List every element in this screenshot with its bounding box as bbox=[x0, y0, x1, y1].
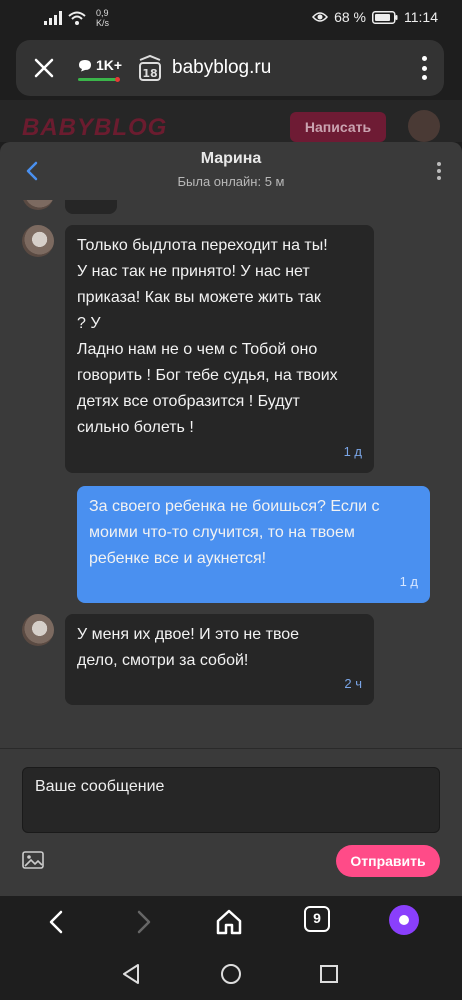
browser-toolbar: 1K+ 18 babyblog.ru bbox=[0, 36, 462, 100]
message-text: У меня их двое! И это не твое дело, смот… bbox=[77, 626, 300, 669]
back-icon[interactable] bbox=[42, 907, 72, 937]
eye-icon bbox=[312, 12, 329, 22]
notification-counter[interactable]: 1K+ bbox=[78, 57, 122, 73]
chat-menu-icon[interactable] bbox=[436, 162, 442, 180]
message-time: 1 д bbox=[343, 444, 362, 459]
user-avatar[interactable] bbox=[408, 110, 440, 142]
contact-status: Была онлайн: 5 м bbox=[177, 174, 285, 189]
message-time: 1 д bbox=[399, 574, 418, 589]
system-home-icon[interactable] bbox=[219, 962, 243, 986]
contact-avatar[interactable] bbox=[22, 225, 54, 257]
message-bubble-incoming: Только быдлота переходит на ты! У нас та… bbox=[65, 225, 374, 473]
message-list[interactable]: 1 д Только быдлота переходит на ты! У на… bbox=[0, 200, 462, 748]
net-speed-unit: K/s bbox=[96, 18, 110, 28]
address-bar[interactable]: 1K+ 18 babyblog.ru bbox=[16, 40, 444, 96]
message-time: 2 ч bbox=[344, 676, 362, 691]
browser-menu-icon[interactable] bbox=[420, 56, 428, 80]
tabs-count-button[interactable]: 9 bbox=[304, 906, 330, 932]
system-back-icon[interactable] bbox=[119, 962, 143, 986]
battery-icon bbox=[372, 10, 398, 24]
site-logo[interactable]: BABYBLOG bbox=[22, 114, 167, 142]
browser-bottom-nav: 9 bbox=[0, 896, 462, 950]
status-bar: 0,9 K/s 68 % 11:14 bbox=[0, 0, 462, 36]
chat-header: Марина Была онлайн: 5 м bbox=[0, 142, 462, 200]
counter-label: 1K+ bbox=[96, 57, 123, 73]
contact-avatar[interactable] bbox=[22, 200, 54, 210]
message-text: Только быдлота переходит на ты! У нас та… bbox=[77, 237, 338, 436]
write-button[interactable]: Написать bbox=[290, 112, 386, 142]
send-button[interactable]: Отправить bbox=[336, 845, 440, 877]
home-icon[interactable] bbox=[214, 907, 244, 937]
signal-icon bbox=[44, 11, 62, 25]
counter-progress bbox=[78, 77, 120, 82]
close-icon[interactable] bbox=[30, 54, 58, 82]
system-recents-icon[interactable] bbox=[317, 962, 341, 986]
contact-avatar[interactable] bbox=[22, 614, 54, 646]
contact-name: Марина bbox=[200, 150, 262, 167]
message-bubble-incoming: У меня их двое! И это не твое дело, смот… bbox=[65, 614, 374, 705]
forward-icon[interactable] bbox=[128, 907, 158, 937]
clock: 11:14 bbox=[404, 9, 438, 25]
net-speed: 0,9 K/s bbox=[96, 8, 109, 28]
message-input[interactable]: Ваше сообщение bbox=[22, 767, 440, 833]
site-security-icon[interactable]: 18 bbox=[137, 54, 163, 82]
attach-image-icon[interactable] bbox=[22, 851, 44, 869]
message-bubble-partial: 1 д bbox=[65, 200, 117, 214]
age-rating-label: 18 bbox=[142, 67, 157, 80]
url-text[interactable]: babyblog.ru bbox=[172, 57, 271, 79]
net-speed-value: 0,9 bbox=[96, 8, 109, 18]
message-text: За своего ребенка не боишься? Если с мои… bbox=[89, 498, 380, 567]
wifi-icon bbox=[68, 11, 86, 25]
chat-bubble-icon bbox=[79, 59, 91, 71]
battery-percent: 68 % bbox=[334, 9, 366, 25]
message-time: 1 д bbox=[87, 200, 105, 206]
message-bubble-outgoing: За своего ребенка не боишься? Если с мои… bbox=[77, 486, 430, 603]
site-header: BABYBLOG Написать bbox=[0, 100, 462, 142]
voice-assistant-icon[interactable] bbox=[389, 905, 419, 935]
message-composer: Ваше сообщение Отправить bbox=[0, 748, 462, 896]
system-nav bbox=[0, 950, 462, 1000]
